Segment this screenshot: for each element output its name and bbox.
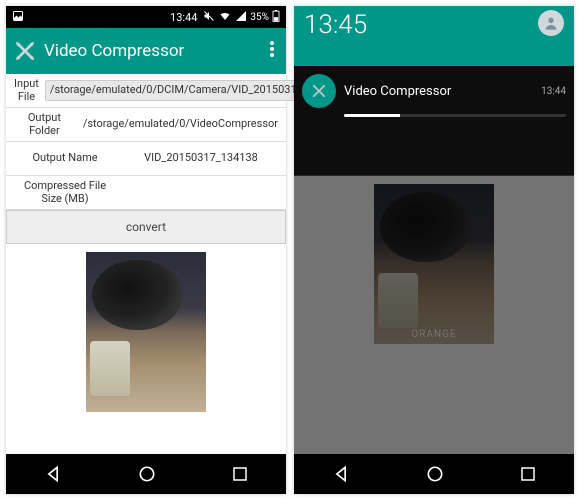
nav-back-button[interactable] <box>43 464 63 484</box>
shade-time: 13:45 <box>304 10 367 40</box>
nav-bar <box>6 454 286 494</box>
status-time: 13:44 <box>170 11 197 24</box>
video-thumbnail <box>374 184 494 344</box>
user-avatar[interactable] <box>538 10 564 36</box>
notification-shade-header[interactable]: 13:45 <box>294 6 574 66</box>
nav-bar <box>294 454 574 494</box>
image-icon <box>12 10 24 25</box>
output-name-label: Output Name <box>10 152 120 165</box>
row-output-folder: Output Folder /storage/emulated/0/VideoC… <box>6 108 286 142</box>
output-folder-label: Output Folder <box>10 112 79 137</box>
output-name-value[interactable]: VID_20150317_134138 <box>120 150 282 167</box>
compressed-size-label: Compressed File Size (MB) <box>10 180 120 205</box>
notification-title: Video Compressor <box>344 84 533 99</box>
notification-time: 13:44 <box>541 86 566 97</box>
thumbnail-label: ORANGE <box>374 329 494 340</box>
row-output-name: Output Name VID_20150317_134138 <box>6 142 286 176</box>
notification-app-icon <box>302 74 336 108</box>
wifi-icon <box>218 10 232 25</box>
notification-item[interactable]: Video Compressor 13:44 <box>302 74 566 108</box>
notification-progress-bar <box>344 114 400 117</box>
battery-icon <box>272 10 280 25</box>
app-logo-icon <box>14 40 36 62</box>
nav-recent-button[interactable] <box>231 465 249 483</box>
form-area: Input File /storage/emulated/0/DCIM/Came… <box>6 74 286 454</box>
battery-text: 35% <box>250 12 269 23</box>
overflow-menu-button[interactable] <box>266 41 278 61</box>
mute-icon <box>203 10 215 25</box>
input-file-label: Input File <box>10 78 43 103</box>
preview-area <box>6 244 286 454</box>
convert-button[interactable]: convert <box>6 210 286 244</box>
app-title: Video Compressor <box>44 41 266 61</box>
compressed-size-value[interactable] <box>120 191 282 195</box>
status-bar: 13:44 35% <box>6 6 286 28</box>
nav-home-button[interactable] <box>425 464 445 484</box>
output-folder-value[interactable]: /storage/emulated/0/VideoCompressor <box>79 116 282 133</box>
nav-back-button[interactable] <box>331 464 351 484</box>
notification-panel: Video Compressor 13:44 <box>294 66 574 176</box>
signal-icon <box>235 10 247 25</box>
convert-button-label: convert <box>126 220 166 234</box>
phone-left: 13:44 35% Video Compressor In <box>6 6 286 494</box>
app-bar: Video Compressor <box>6 28 286 74</box>
notification-progress <box>344 114 566 117</box>
row-compressed-size: Compressed File Size (MB) <box>6 176 286 210</box>
phone-right: 13:45 Video Compressor 13:44 ORANGE <box>294 6 574 494</box>
video-thumbnail[interactable] <box>86 252 206 412</box>
dimmed-background: ORANGE <box>294 176 574 454</box>
nav-recent-button[interactable] <box>519 465 537 483</box>
nav-home-button[interactable] <box>137 464 157 484</box>
row-input-file: Input File /storage/emulated/0/DCIM/Came… <box>6 74 286 108</box>
